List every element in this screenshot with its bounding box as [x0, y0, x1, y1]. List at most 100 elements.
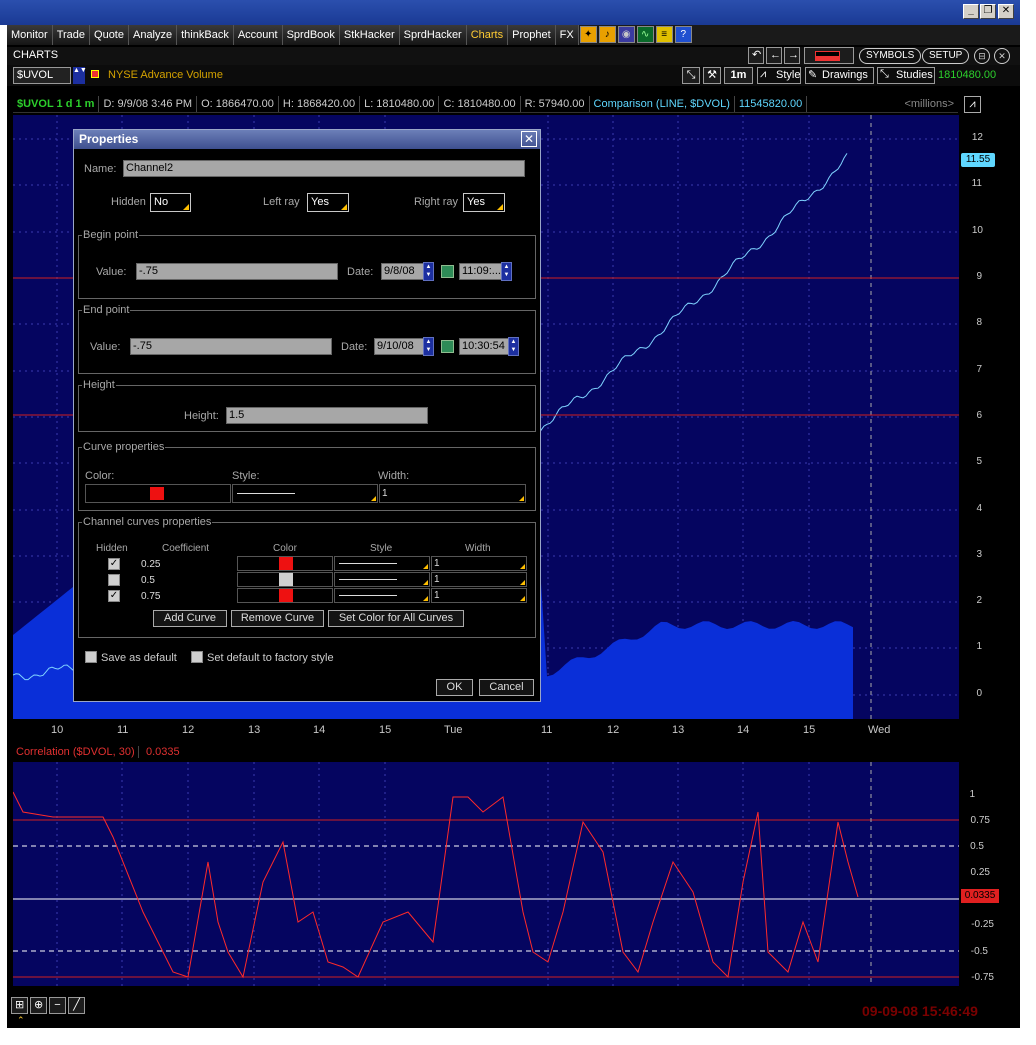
bell-icon[interactable]: ♪: [598, 26, 616, 43]
restore-button[interactable]: ❐: [980, 4, 996, 19]
curve-color-picker[interactable]: [85, 484, 231, 503]
begin-time-spinner-icon[interactable]: ▲ ▼: [501, 262, 512, 281]
zoom-icon[interactable]: ⊕: [30, 997, 47, 1014]
tab-trade[interactable]: Trade: [52, 25, 91, 45]
row-color-swatch: [279, 589, 293, 602]
symbols-button[interactable]: SYMBOLS: [859, 48, 922, 64]
correlation-svg: [13, 762, 959, 986]
x-tick: 15: [379, 724, 392, 736]
tab-prophet[interactable]: Prophet: [508, 25, 556, 45]
back-arrow-icon[interactable]: ←: [766, 47, 782, 64]
end-time-input[interactable]: 10:30:54: [459, 338, 509, 355]
begin-value-input[interactable]: -.75: [136, 263, 338, 280]
x-tick: 15: [803, 724, 816, 736]
name-label: Name:: [84, 163, 117, 175]
tab-sprdbook[interactable]: SprdBook: [282, 25, 340, 45]
end-value-label: Value:: [90, 341, 121, 353]
symbol-input[interactable]: $UVOL: [13, 67, 71, 84]
grid-icon[interactable]: ⊞: [11, 997, 28, 1014]
row-style-select[interactable]: [334, 588, 430, 603]
row-style-select[interactable]: [334, 572, 430, 587]
curve-width-select[interactable]: 1: [379, 484, 526, 503]
undo-icon[interactable]: ↶: [748, 47, 764, 64]
symbol-spinner-icon[interactable]: ▲▼: [73, 67, 87, 84]
row-hidden-checkbox[interactable]: ✓: [108, 558, 120, 570]
x-tick: 13: [672, 724, 685, 736]
line-tool-icon[interactable]: ╱: [68, 997, 85, 1014]
x-tick: 11: [117, 724, 129, 736]
begin-date-input[interactable]: 9/8/08: [381, 263, 424, 280]
hidden-select[interactable]: No: [150, 193, 191, 212]
tab-stkhacker[interactable]: StkHacker: [339, 25, 400, 45]
setup-button[interactable]: SETUP: [922, 48, 970, 64]
drawing-tool-icon[interactable]: ⤡: [682, 67, 700, 84]
row-hidden-checkbox[interactable]: [108, 574, 120, 586]
studies-button[interactable]: ⤡ Studies: [877, 67, 935, 84]
row-coefficient: 0.75: [141, 591, 161, 602]
tab-account[interactable]: Account: [233, 25, 283, 45]
tab-quote[interactable]: Quote: [90, 25, 129, 45]
drawings-label: Drawings: [822, 69, 868, 81]
pulse-icon[interactable]: ∿: [636, 26, 654, 43]
row-style-select[interactable]: [334, 556, 430, 571]
right-ray-label: Right ray: [414, 196, 459, 208]
tab-sprdhacker[interactable]: SprdHacker: [399, 25, 467, 45]
dialog-close-icon[interactable]: ✕: [521, 131, 537, 147]
minimize-button[interactable]: _: [963, 4, 979, 19]
tab-charts[interactable]: Charts: [466, 25, 509, 45]
wrench-icon[interactable]: ⚒: [703, 67, 721, 84]
add-curve-button[interactable]: Add Curve: [153, 610, 227, 627]
right-ray-select[interactable]: Yes: [463, 193, 505, 212]
notes-icon[interactable]: ≡: [655, 26, 673, 43]
grid-layout-icon[interactable]: [804, 47, 854, 64]
end-date-spinner-icon[interactable]: ▲ ▼: [423, 337, 434, 356]
tab-monitor[interactable]: Monitor: [7, 25, 53, 45]
calendar-icon[interactable]: [441, 265, 454, 278]
tab-analyze[interactable]: Analyze: [128, 25, 178, 45]
correlation-plot[interactable]: [13, 762, 959, 986]
chart-settings-icon[interactable]: ⩘: [964, 96, 981, 113]
row-color-picker[interactable]: [237, 572, 333, 587]
begin-time-input[interactable]: 11:09:...: [459, 263, 502, 280]
x-tick: 14: [313, 724, 326, 736]
row-width-select[interactable]: 1: [431, 588, 527, 603]
expand-icon[interactable]: ⌃: [17, 1015, 25, 1026]
name-input[interactable]: Channel2: [123, 160, 525, 177]
cancel-button[interactable]: Cancel: [479, 679, 534, 696]
y-tick: 0.25: [970, 867, 990, 878]
end-value-input[interactable]: -.75: [130, 338, 332, 355]
y-tick: -0.25: [971, 919, 994, 930]
row-hidden-checkbox[interactable]: ✓: [108, 590, 120, 602]
style-button[interactable]: ⩘ Style: [757, 67, 801, 84]
timeframe-button[interactable]: 1m: [724, 67, 753, 84]
calendar-icon[interactable]: [441, 340, 454, 353]
close-chart-icon[interactable]: ✕: [994, 48, 1010, 64]
minus-icon[interactable]: −: [49, 997, 66, 1014]
remove-curve-button[interactable]: Remove Curve: [231, 610, 324, 627]
crosshair-icon[interactable]: ✦: [579, 26, 597, 43]
set-color-all-button[interactable]: Set Color for All Curves: [328, 610, 464, 627]
help-icon[interactable]: ?: [674, 26, 692, 43]
tab-fx[interactable]: FX: [555, 25, 579, 45]
save-default-checkbox[interactable]: [85, 651, 97, 663]
end-point-title: End point: [82, 304, 131, 316]
drawings-button[interactable]: ✎ Drawings: [805, 67, 874, 84]
end-date-input[interactable]: 9/10/08: [374, 338, 424, 355]
row-width-select[interactable]: 1: [431, 572, 527, 587]
close-window-button[interactable]: ✕: [998, 4, 1014, 19]
begin-date-spinner-icon[interactable]: ▲ ▼: [423, 262, 434, 281]
row-width-select[interactable]: 1: [431, 556, 527, 571]
height-input[interactable]: 1.5: [226, 407, 428, 424]
ok-button[interactable]: OK: [436, 679, 473, 696]
forward-arrow-icon[interactable]: →: [784, 47, 800, 64]
curve-style-select[interactable]: [232, 484, 378, 503]
row-color-picker[interactable]: [237, 588, 333, 603]
tab-thinkback[interactable]: thinkBack: [177, 25, 234, 45]
end-time-spinner-icon[interactable]: ▲ ▼: [508, 337, 519, 356]
row-color-picker[interactable]: [237, 556, 333, 571]
factory-style-checkbox[interactable]: [191, 651, 203, 663]
detach-icon[interactable]: ⊟: [974, 48, 990, 64]
left-ray-select[interactable]: Yes: [307, 193, 349, 212]
y-tick: 7: [976, 364, 982, 375]
globe-icon[interactable]: ◉: [617, 26, 635, 43]
